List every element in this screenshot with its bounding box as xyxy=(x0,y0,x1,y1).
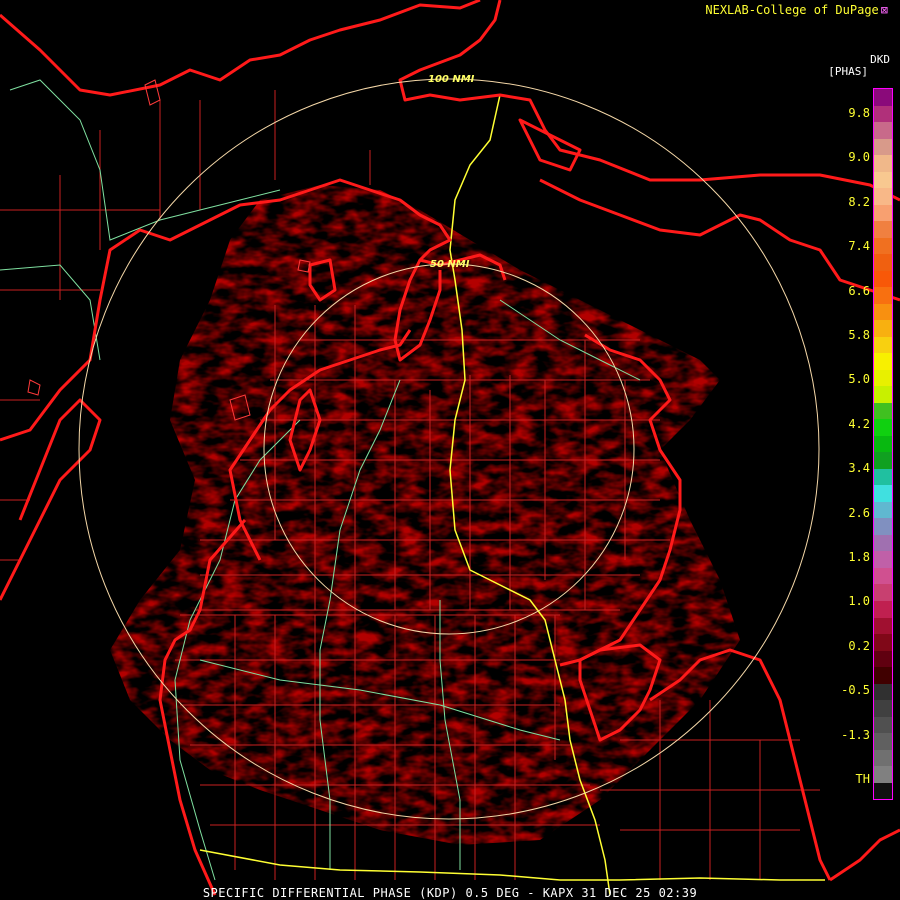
legend-swatch xyxy=(874,733,892,750)
legend-unit-bottom: [PHAS] xyxy=(828,65,868,78)
legend-units: DKD [PHAS] xyxy=(828,54,890,78)
legend-label: 9.0 xyxy=(848,150,870,165)
legend-label: 5.8 xyxy=(848,328,870,342)
legend-swatch xyxy=(874,700,892,717)
legend-swatch xyxy=(874,435,892,453)
legend-swatch xyxy=(874,782,892,800)
legend-swatch xyxy=(874,402,892,420)
legend-swatch xyxy=(874,122,892,139)
legend-swatch xyxy=(874,221,892,238)
legend-label: 2.6 xyxy=(848,505,870,520)
legend-swatch xyxy=(874,567,892,585)
legend-swatch xyxy=(874,683,892,701)
legend-unit-top: DKD xyxy=(870,53,890,66)
legend-label: 1.0 xyxy=(848,594,870,609)
legend-label: 5.0 xyxy=(848,372,870,387)
legend-label: 6.6 xyxy=(848,283,870,298)
legend-swatch xyxy=(874,584,892,601)
legend-swatch xyxy=(874,320,892,337)
legend-swatch xyxy=(874,501,892,519)
legend-label: 7.4 xyxy=(848,239,870,254)
legend-swatch xyxy=(874,386,892,403)
legend-swatch xyxy=(874,270,892,288)
credit-text: NEXLAB-College of DuPage ⊠ xyxy=(705,3,888,17)
legend-label: -1.3 xyxy=(841,727,870,742)
legend-swatch xyxy=(874,237,892,255)
legend-swatch xyxy=(874,188,892,205)
legend-swatch xyxy=(874,600,892,618)
legend-label: TH xyxy=(855,772,870,786)
legend-swatch xyxy=(874,336,892,354)
legend-swatch xyxy=(874,303,892,321)
legend-swatch xyxy=(874,287,892,304)
legend-label: 8.2 xyxy=(848,194,870,209)
radar-map: 100 NMI 50 NMI xyxy=(0,0,900,896)
cod-logo-icon: ⊠ xyxy=(880,3,888,17)
footer-caption: SPECIFIC DIFFERENTIAL PHASE (KDP) 0.5 DE… xyxy=(202,886,698,900)
legend-swatch xyxy=(874,667,892,684)
legend-label: 9.8 xyxy=(848,106,870,120)
legend-swatch xyxy=(874,485,892,502)
legend-swatch xyxy=(874,650,892,668)
legend-swatch xyxy=(874,766,892,783)
legend-swatch xyxy=(874,171,892,189)
legend-label: 1.8 xyxy=(848,550,870,564)
legend-swatch xyxy=(874,254,892,271)
range-ring-50-label: 50 NMI xyxy=(430,259,470,270)
legend-swatch xyxy=(874,204,892,222)
legend-swatch xyxy=(874,155,892,172)
legend-label: -0.5 xyxy=(841,683,870,698)
legend-swatch xyxy=(874,353,892,370)
legend-labels: 9.8 9.0 8.2 7.4 6.6 5.8 5.0 4.2 3.4 2.6 1.8 1.0 0.2 -… xyxy=(828,88,870,800)
legend-swatch xyxy=(874,749,892,767)
legend-label: 0.2 xyxy=(848,638,870,653)
legend-label: 4.2 xyxy=(848,416,870,431)
legend-colorbar xyxy=(873,88,893,800)
legend-swatch xyxy=(874,468,892,486)
legend-swatch xyxy=(874,89,892,106)
legend-swatch xyxy=(874,105,892,123)
legend-swatch xyxy=(874,617,892,635)
kdp-echo-area xyxy=(110,185,740,845)
legend-swatch xyxy=(874,138,892,156)
legend-swatch xyxy=(874,419,892,436)
legend-swatch xyxy=(874,551,892,568)
legend-swatch xyxy=(874,369,892,387)
range-ring-100-label: 100 NMI xyxy=(428,74,475,85)
legend-swatch xyxy=(874,452,892,469)
legend-label: 3.4 xyxy=(848,461,870,476)
legend-swatch xyxy=(874,716,892,734)
legend-swatch xyxy=(874,634,892,651)
legend-swatch xyxy=(874,534,892,552)
legend-swatch xyxy=(874,518,892,535)
